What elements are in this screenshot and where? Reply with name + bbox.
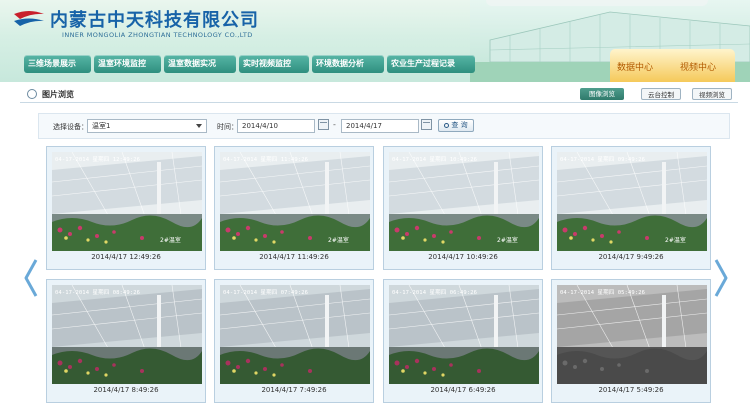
image-caption: 2014/4/17 10:49:26	[428, 253, 498, 261]
photo-timestamp: 04-17-2014 星期四 08:49:26	[55, 290, 141, 296]
calendar-icon[interactable]	[318, 119, 329, 130]
photo-timestamp: 04-17-2014 星期四 07:49:26	[223, 290, 309, 296]
photo-watermark: 2#温室	[497, 237, 518, 244]
nav-item-live-video[interactable]: 实时视频监控	[239, 55, 309, 73]
image-caption: 2014/4/17 5:49:26	[598, 386, 664, 394]
greenhouse-photo[interactable]: 04-17-2014 星期四 08:49:26	[52, 285, 202, 384]
image-card[interactable]: 04-17-2014 星期四 09:49:26 2#温室 2014/4/17 9:4…	[551, 146, 711, 270]
greenhouse-photo[interactable]: 04-17-2014 星期四 07:49:26	[220, 285, 370, 384]
photo-timestamp: 04-17-2014 星期四 06:49:26	[392, 290, 478, 296]
image-card[interactable]: 04-17-2014 星期四 12:49:26 2#温室 2014/4/17 12:…	[46, 146, 206, 270]
image-caption: 2014/4/17 6:49:26	[430, 386, 496, 394]
image-caption: 2014/4/17 12:49:26	[91, 253, 161, 261]
image-browse-button[interactable]: 图像浏览	[580, 88, 624, 100]
photo-scene	[220, 285, 370, 384]
nav-item-env-analysis[interactable]: 环境数据分析	[312, 55, 384, 73]
photo-timestamp: 04-17-2014 星期四 05:49:26	[560, 290, 646, 296]
nav-item-production-records[interactable]: 农业生产过程记录	[387, 55, 475, 73]
image-card[interactable]: 04-17-2014 星期四 10:49:26 2#温室 2014/4/17 10:…	[383, 146, 543, 270]
photo-scene	[52, 285, 202, 384]
image-card[interactable]: 04-17-2014 星期四 11:49:26 2#温室 2014/4/17 11:…	[214, 146, 374, 270]
tab-video-center[interactable]: 视频中心	[680, 60, 716, 73]
page-title: 图片浏览	[42, 90, 74, 99]
main-nav: 三维场景展示 温室环境监控 温室数据实况 实时视频监控 环境数据分析 农业生产过…	[24, 55, 475, 73]
date-from-input[interactable]: 2014/4/10	[237, 119, 315, 133]
page-subheader: 图片浏览 图像浏览 云台控制 视频浏览	[20, 85, 738, 103]
image-caption: 2014/4/17 8:49:26	[93, 386, 159, 394]
site-header: 内蒙古中天科技有限公司 INNER MONGOLIA ZHONGTIAN TEC…	[0, 0, 750, 82]
image-browse-icon	[27, 89, 37, 99]
image-card[interactable]: 04-17-2014 星期四 05:49:26 2014/4/17 5:49:26	[551, 279, 711, 403]
photo-timestamp: 04-17-2014 星期四 12:49:26	[55, 157, 141, 163]
ptz-control-button[interactable]: 云台控制	[641, 88, 681, 100]
photo-watermark: 2#温室	[665, 237, 686, 244]
company-name-en: INNER MONGOLIA ZHONGTIAN TECHNOLOGY CO.,…	[62, 31, 253, 39]
device-select[interactable]: 温室1	[87, 119, 207, 133]
time-label: 时间：	[217, 123, 238, 131]
greenhouse-photo[interactable]: 04-17-2014 星期四 06:49:26	[389, 285, 539, 384]
greenhouse-photo[interactable]: 04-17-2014 星期四 09:49:26 2#温室	[557, 152, 707, 251]
search-icon	[444, 123, 450, 128]
greenhouse-photo[interactable]: 04-17-2014 星期四 11:49:26 2#温室	[220, 152, 370, 251]
device-select-value: 温室1	[92, 122, 111, 130]
nav-item-live-data[interactable]: 温室数据实况	[164, 55, 236, 73]
query-button-label: 查 询	[451, 121, 468, 129]
calendar-icon[interactable]	[421, 119, 432, 130]
image-card[interactable]: 04-17-2014 星期四 07:49:26 2014/4/17 7:49:26	[214, 279, 374, 403]
date-to-input[interactable]: 2014/4/17	[341, 119, 419, 133]
query-button[interactable]: 查 询	[438, 119, 474, 132]
nav-item-env-monitor[interactable]: 温室环境监控	[94, 55, 161, 73]
greenhouse-photo[interactable]: 04-17-2014 星期四 10:49:26 2#温室	[389, 152, 539, 251]
previous-page-arrow-icon[interactable]	[24, 258, 38, 298]
photo-timestamp: 04-17-2014 星期四 09:49:26	[560, 157, 646, 163]
greenhouse-photo[interactable]: 04-17-2014 星期四 05:49:26	[557, 285, 707, 384]
tab-data-center[interactable]: 数据中心	[617, 60, 653, 73]
video-browse-button[interactable]: 视频浏览	[692, 88, 732, 100]
image-caption: 2014/4/17 11:49:26	[259, 253, 329, 261]
nav-item-3d-scene[interactable]: 三维场景展示	[24, 55, 91, 73]
photo-scene	[389, 285, 539, 384]
image-card[interactable]: 04-17-2014 星期四 08:49:26 2014/4/17 8:49:26	[46, 279, 206, 403]
filter-bar: 选择设备： 温室1 时间： 2014/4/10 - 2014/4/17 查 询	[38, 113, 730, 139]
photo-timestamp: 04-17-2014 星期四 11:49:26	[223, 157, 309, 163]
image-caption: 2014/4/17 9:49:26	[598, 253, 664, 261]
top-utility-bar	[486, 0, 708, 6]
image-card[interactable]: 04-17-2014 星期四 06:49:26 2014/4/17 6:49:26	[383, 279, 543, 403]
date-range-separator: -	[333, 120, 336, 129]
company-logo-icon	[14, 11, 44, 26]
image-caption: 2014/4/17 7:49:26	[261, 386, 327, 394]
chevron-down-icon	[196, 124, 202, 128]
photo-watermark: 2#温室	[160, 237, 181, 244]
device-label: 选择设备：	[53, 123, 88, 131]
next-page-arrow-icon[interactable]	[714, 258, 728, 298]
greenhouse-photo[interactable]: 04-17-2014 星期四 12:49:26 2#温室	[52, 152, 202, 251]
photo-timestamp: 04-17-2014 星期四 10:49:26	[392, 157, 478, 163]
company-name: 内蒙古中天科技有限公司	[50, 10, 259, 31]
photo-scene	[557, 285, 707, 384]
photo-watermark: 2#温室	[328, 237, 349, 244]
